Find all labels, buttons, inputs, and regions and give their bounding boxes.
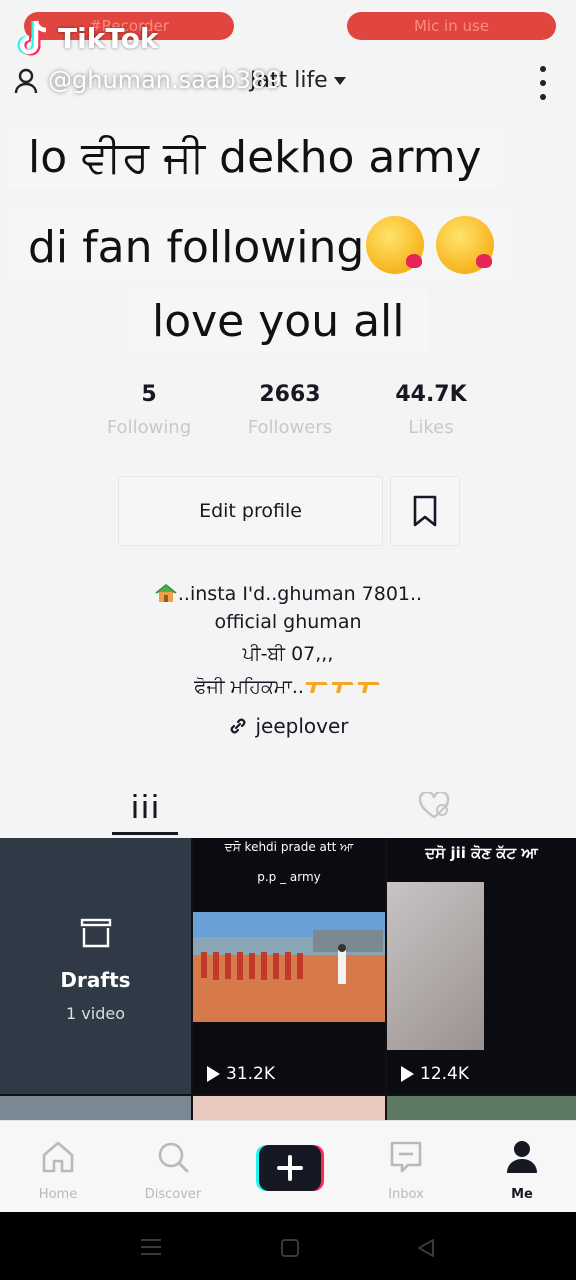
edit-profile-label: Edit profile	[199, 500, 302, 522]
video-grid: Drafts 1 video ਦਸੋ kehdi prade att ਆ p.p…	[0, 838, 576, 1120]
create-video-button[interactable]	[256, 1145, 324, 1191]
nav-home[interactable]: Home	[18, 1137, 98, 1202]
tiktok-note-icon	[17, 20, 47, 56]
video-1-subcaption: p.p _ army	[257, 870, 321, 884]
kissing-face-emoji-icon	[366, 216, 425, 274]
caption-line-3: love you all	[128, 290, 429, 354]
caption-line-2: di fan following	[8, 208, 515, 282]
caption-text-3: love you all	[152, 296, 405, 347]
bio-line-4: ਫੋਜੀ ਮਹਿਕਮਾ..	[0, 676, 576, 698]
pistol-emoji-icon	[331, 682, 354, 693]
video-1-caption: ਦਸੋ kehdi prade att ਆ	[224, 840, 354, 854]
nav-me-label: Me	[511, 1187, 533, 1202]
tiktok-brand-text: TikTok	[58, 21, 159, 55]
videos-grid-icon[interactable]	[132, 792, 158, 820]
caption-text-1: lo ਵੀਰ ਜੀ dekho army	[28, 132, 482, 183]
bio-text-4: ਫੋਜੀ ਮਹਿਕਮਾ..	[194, 676, 304, 698]
stat-followers[interactable]: 2663 Followers	[220, 382, 360, 438]
likes-label: Likes	[408, 417, 454, 438]
video-2-view-count: 12.4K	[420, 1064, 469, 1084]
profile-tabs	[0, 776, 576, 838]
bottom-nav: Home Discover Inbox Me	[0, 1120, 576, 1212]
play-icon	[207, 1066, 220, 1082]
home-square-icon[interactable]	[280, 1238, 300, 1258]
followers-label: Followers	[247, 417, 333, 438]
nav-inbox-label: Inbox	[388, 1187, 424, 1202]
liked-heart-icon[interactable]	[418, 792, 452, 820]
nav-discover[interactable]: Discover	[133, 1137, 213, 1202]
inbox-icon	[390, 1141, 422, 1173]
bookmark-icon	[413, 495, 437, 527]
play-icon	[401, 1066, 414, 1082]
following-label: Following	[106, 417, 192, 438]
watermark-handle: @ghuman.saab389	[48, 66, 282, 94]
drafts-title: Drafts	[60, 968, 131, 992]
caption-text-2: di fan following	[28, 222, 365, 273]
favorites-button[interactable]	[390, 476, 460, 546]
drafts-tile[interactable]: Drafts 1 video	[0, 838, 191, 1094]
person-icon	[507, 1141, 537, 1173]
video-tile-4[interactable]	[193, 1096, 385, 1120]
edit-profile-button[interactable]: Edit profile	[118, 476, 383, 546]
stat-likes[interactable]: 44.7K Likes	[361, 382, 501, 438]
search-icon	[158, 1142, 189, 1173]
likes-count: 44.7K	[395, 382, 467, 407]
profile-stats: 5 Following 2663 Followers 44.7K Likes	[0, 382, 576, 442]
active-tab-indicator	[112, 832, 178, 835]
more-options-icon[interactable]	[538, 66, 548, 100]
profile-link[interactable]: jeeplover	[0, 714, 576, 738]
mic-label: Mic in use	[413, 17, 490, 35]
profile-link-text: jeeplover	[255, 714, 349, 738]
bio-line-3: ਪੀ-ਬੀ 07,,,	[242, 643, 334, 665]
video-tile-3[interactable]	[0, 1096, 191, 1120]
house-icon	[155, 584, 177, 602]
tiktok-watermark-logo: TikTok	[16, 18, 159, 58]
video-tile-2[interactable]: ਦਸੋ jii ਕੋਣ ਕੱਟ ਆ 12.4K	[387, 838, 576, 1094]
video-1-views: 31.2K	[207, 1064, 275, 1084]
mic-indicator: Mic in use	[347, 12, 556, 40]
bio-text-1: ..insta I'd..ghuman 7801..	[177, 583, 423, 605]
drafts-count: 1 video	[66, 1004, 125, 1023]
blurred-thumbnail	[387, 882, 484, 1050]
video-tile-5[interactable]	[387, 1096, 576, 1120]
back-triangle-icon[interactable]	[416, 1238, 436, 1258]
video-tile-1[interactable]: ਦਸੋ kehdi prade att ਆ p.p _ army 31.2K	[193, 838, 385, 1094]
bio-line-2: official ghuman	[214, 611, 362, 633]
link-icon	[231, 718, 246, 734]
bio-line-1: ..insta I'd..ghuman 7801..	[0, 583, 576, 605]
caption-line-1: lo ਵੀਰ ਜੀ dekho army	[8, 128, 502, 188]
add-user-icon[interactable]	[14, 66, 44, 96]
nav-home-label: Home	[38, 1187, 78, 1202]
nav-discover-label: Discover	[144, 1187, 202, 1202]
nav-inbox[interactable]: Inbox	[366, 1137, 446, 1202]
menu-icon[interactable]	[140, 1238, 162, 1256]
pistol-emoji-icon	[357, 682, 380, 693]
home-icon	[42, 1141, 74, 1173]
pistol-emoji-icon	[305, 682, 328, 693]
chevron-down-icon	[333, 76, 346, 85]
drafts-box-icon	[80, 918, 112, 948]
kissing-face-emoji-icon	[436, 216, 495, 274]
following-count: 5	[141, 382, 157, 407]
video-2-views: 12.4K	[401, 1064, 469, 1084]
video-1-view-count: 31.2K	[226, 1064, 275, 1084]
system-nav-bar	[0, 1212, 576, 1280]
parade-thumbnail	[193, 912, 385, 1022]
video-2-caption: ਦਸੋ jii ਕੋਣ ਕੱਟ ਆ	[425, 844, 538, 862]
followers-count: 2663	[259, 382, 321, 407]
stat-following[interactable]: 5 Following	[79, 382, 219, 438]
nav-me[interactable]: Me	[482, 1137, 562, 1202]
